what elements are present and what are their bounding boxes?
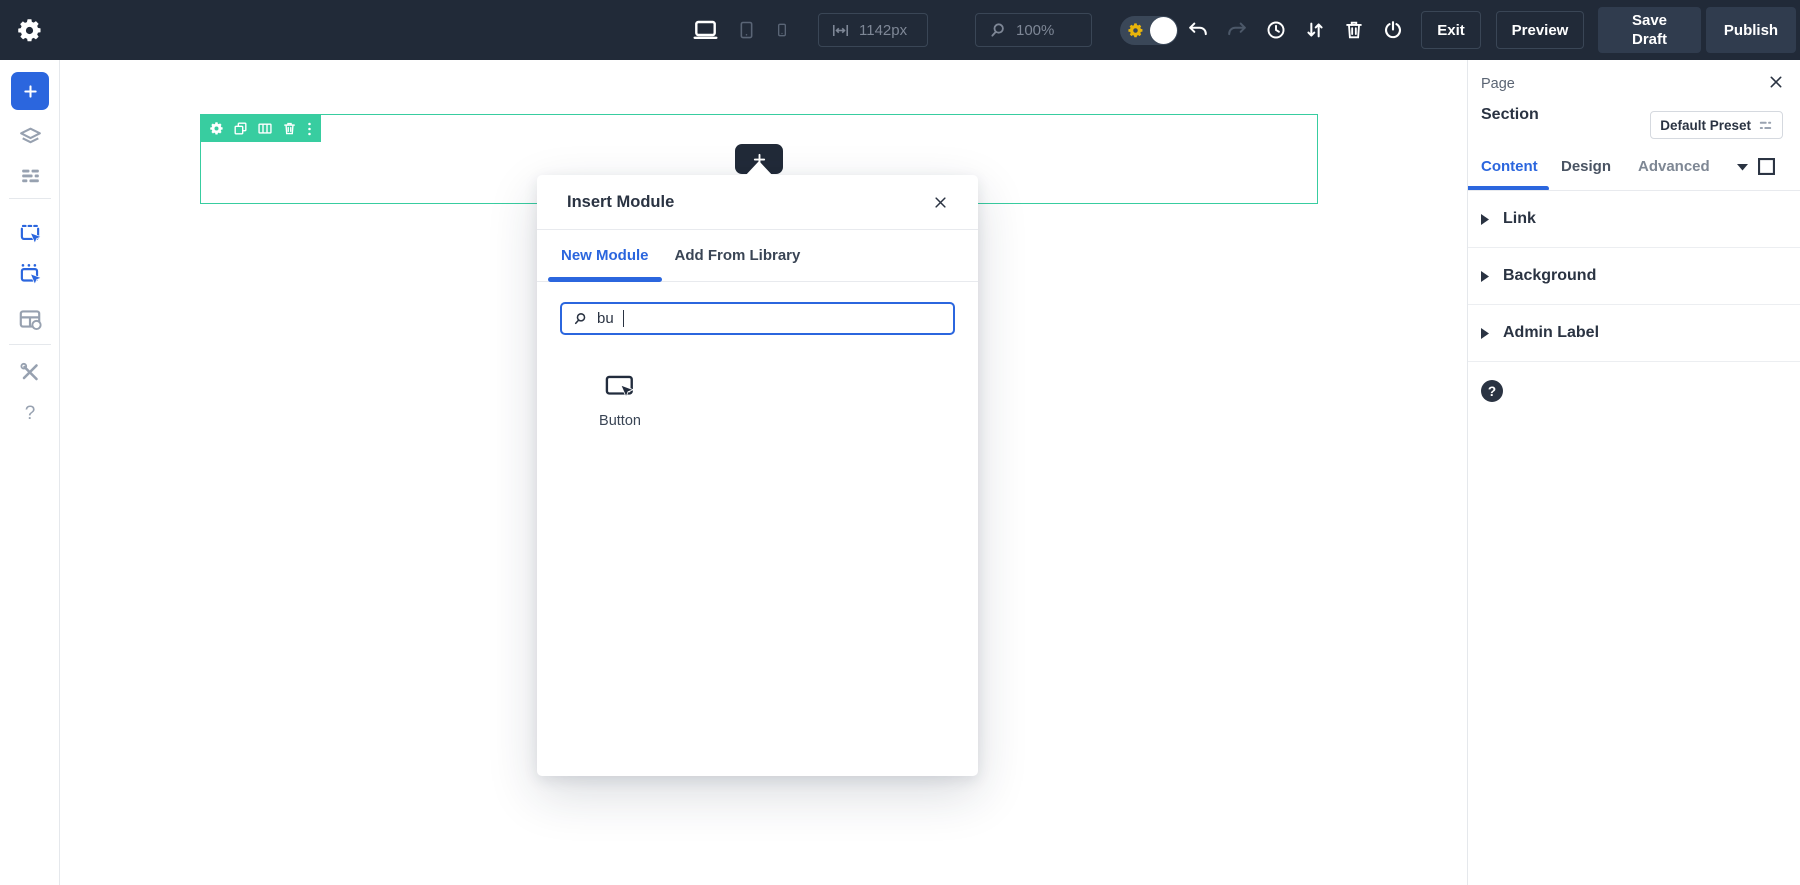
wireframe-icon [21, 169, 39, 183]
layers-view-button[interactable] [0, 125, 60, 150]
top-toolbar: 1142px 100% Exit Preview Save Draft Publ… [0, 0, 1800, 60]
module-result-label: Button [599, 413, 641, 429]
device-preview-switcher [692, 0, 790, 60]
help-button[interactable]: ? [0, 403, 60, 425]
toggle-knob [1150, 17, 1177, 44]
zoom-level-input[interactable]: 100% [975, 13, 1092, 47]
tablet-view-icon[interactable] [737, 18, 756, 42]
responsive-width-input[interactable]: 1142px [818, 13, 928, 47]
insert-module-tool-button[interactable] [0, 220, 60, 246]
history-actions [1186, 0, 1404, 60]
close-icon[interactable] [1768, 74, 1784, 90]
modal-title: Insert Module [567, 192, 675, 211]
preset-icon [1758, 118, 1773, 133]
section-columns-icon[interactable] [257, 121, 273, 136]
builder-left-sidebar: ? [0, 60, 60, 885]
sort-arrows-icon[interactable] [1303, 19, 1326, 41]
add-new-button[interactable] [11, 72, 49, 110]
tab-design[interactable]: Design [1561, 158, 1611, 175]
triangle-right-icon [1481, 327, 1489, 339]
modal-pointer-notch [744, 161, 774, 177]
section-duplicate-icon[interactable] [233, 121, 248, 136]
preset-button-label: Default Preset [1660, 117, 1751, 133]
tools-button[interactable] [0, 360, 60, 384]
sidebar-divider [9, 344, 51, 345]
tab-content[interactable]: Content [1481, 158, 1538, 175]
undo-icon[interactable] [1186, 19, 1209, 41]
text-cursor [622, 310, 625, 327]
section-options-menu-icon[interactable] [306, 121, 313, 137]
search-input-value: bu [597, 310, 614, 327]
page-settings-panel: Page Section Default Preset Content Desi… [1467, 60, 1800, 885]
accordion-background[interactable]: Background [1468, 248, 1800, 305]
section-settings-gear-icon[interactable] [209, 121, 224, 136]
insert-module-modal: Insert Module New Module Add From Librar… [537, 175, 978, 776]
width-arrows-icon [831, 21, 850, 40]
panel-title: Page [1481, 76, 1515, 92]
section-trash-icon[interactable] [282, 121, 297, 136]
sidebar-divider [9, 198, 51, 199]
modal-tabs: New Module Add From Library [537, 230, 978, 282]
redo-icon[interactable] [1225, 19, 1248, 41]
close-icon[interactable] [933, 195, 948, 210]
builder-mode-toggle[interactable] [1120, 16, 1178, 45]
toggle-gear-icon [1127, 22, 1144, 39]
power-icon[interactable] [1381, 19, 1404, 41]
plus-icon [23, 84, 37, 98]
triangle-right-icon [1481, 213, 1489, 225]
desktop-view-icon[interactable] [692, 18, 719, 42]
insert-row-icon [20, 264, 43, 286]
section-toolbar [201, 115, 321, 142]
search-icon [572, 311, 588, 327]
insert-module-icon [20, 224, 43, 245]
layout-settings-button[interactable] [0, 306, 60, 332]
builder-settings-gear-icon[interactable] [14, 15, 44, 45]
tab-add-from-library[interactable]: Add From Library [662, 230, 814, 281]
insert-row-tool-button[interactable] [0, 261, 60, 287]
preview-button[interactable]: Preview [1496, 11, 1584, 49]
trash-icon[interactable] [1342, 19, 1365, 41]
accordion-link[interactable]: Link [1468, 191, 1800, 248]
zoom-level-value: 100% [1016, 21, 1055, 39]
responsive-width-value: 1142px [859, 21, 908, 39]
tabs-dropdown-caret-icon[interactable] [1737, 164, 1749, 172]
module-result-button[interactable]: Button [571, 374, 669, 429]
history-clock-icon[interactable] [1264, 19, 1287, 41]
button-module-icon [571, 374, 669, 400]
modal-header: Insert Module [537, 175, 978, 230]
layers-icon [19, 127, 41, 144]
desktop-preview-icon[interactable] [1756, 156, 1777, 177]
help-icon[interactable]: ? [1481, 380, 1503, 402]
default-preset-button[interactable]: Default Preset [1650, 111, 1783, 139]
zoom-search-icon [988, 21, 1007, 40]
save-draft-button[interactable]: Save Draft [1598, 7, 1701, 53]
tab-new-module[interactable]: New Module [548, 230, 662, 282]
tab-advanced[interactable]: Advanced [1638, 158, 1710, 175]
layout-settings-icon [19, 310, 42, 331]
phone-view-icon[interactable] [774, 18, 790, 42]
wireframe-view-button[interactable] [0, 163, 60, 188]
module-search-input[interactable]: bu [560, 302, 955, 335]
publish-button[interactable]: Publish [1706, 7, 1796, 53]
exit-button[interactable]: Exit [1421, 11, 1481, 49]
tools-icon [20, 362, 38, 381]
element-type-label: Section [1481, 106, 1539, 123]
accordion-admin-label[interactable]: Admin Label [1468, 305, 1800, 362]
triangle-right-icon [1481, 270, 1489, 282]
